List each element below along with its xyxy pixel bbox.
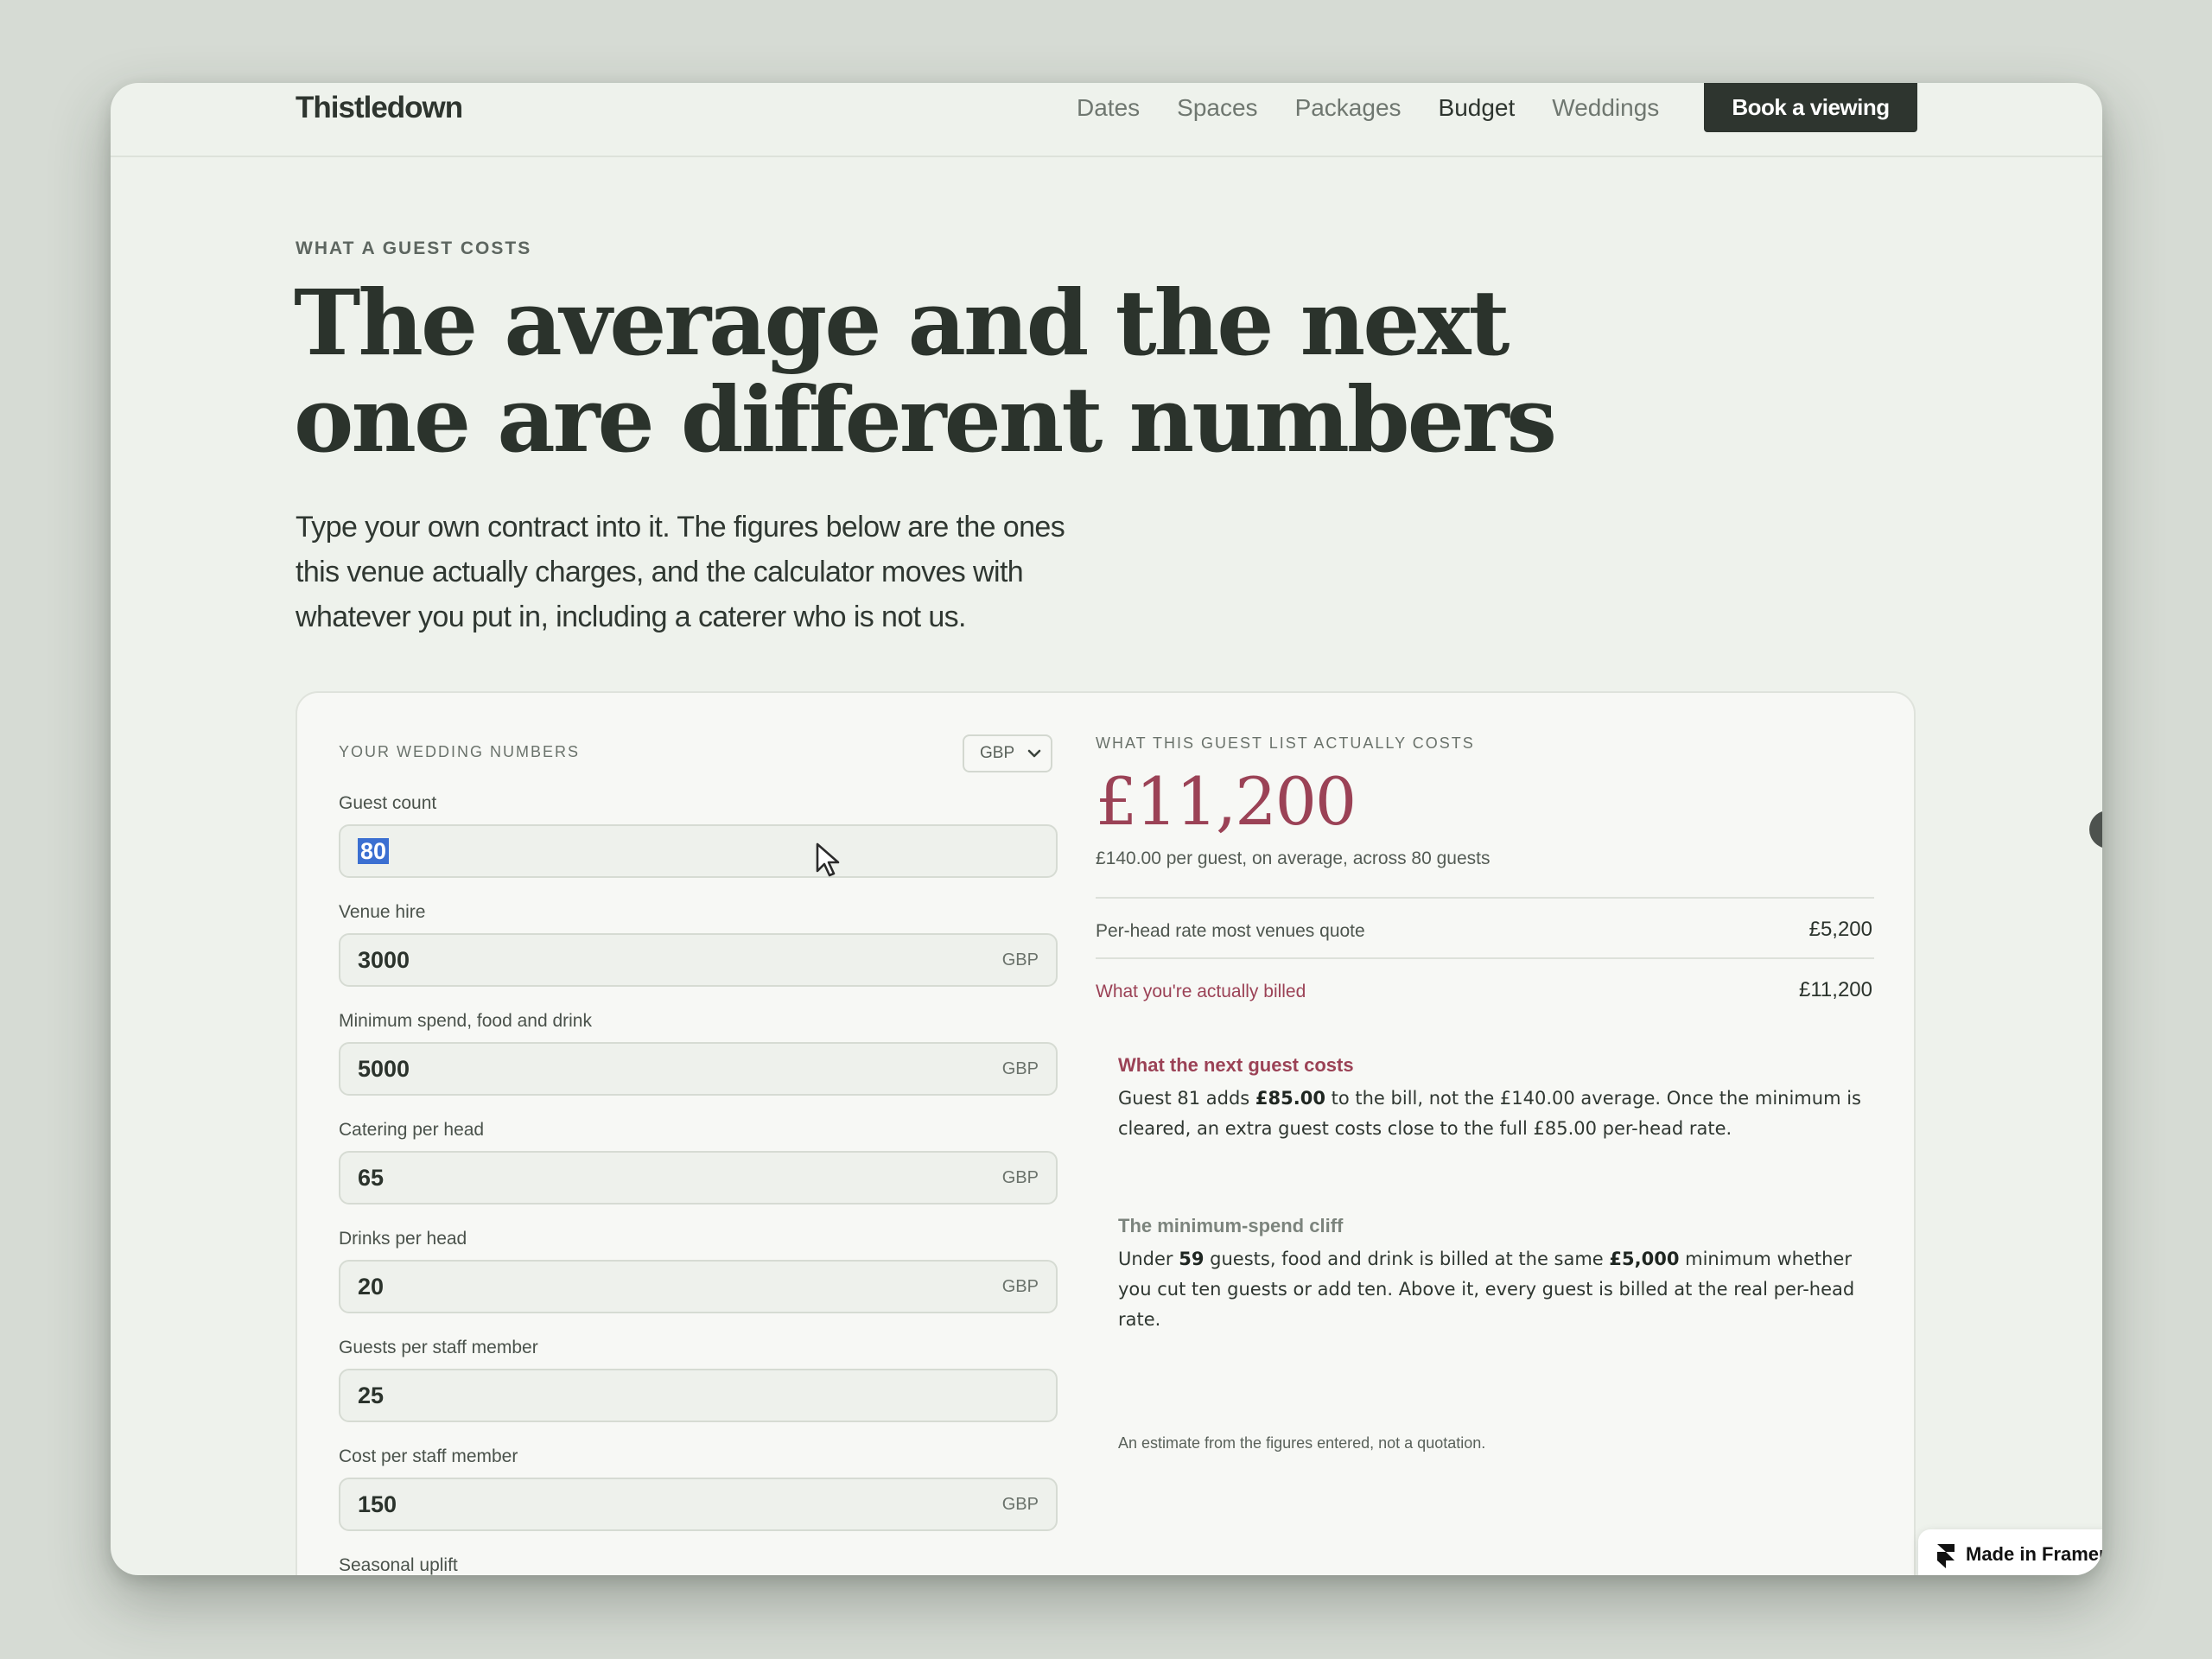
nav-link-weddings[interactable]: Weddings xyxy=(1552,86,1659,130)
minimum-spend-cliff-body: Under 59 guests, food and drink is bille… xyxy=(1118,1244,1861,1335)
venue-hire-value: 3000 xyxy=(358,947,410,973)
guest-count-input[interactable]: 80 xyxy=(339,824,1058,878)
currency-select[interactable]: GBP xyxy=(963,734,1052,772)
minimum-spend-value: 5000 xyxy=(358,1056,410,1082)
cost-per-staff-value: 150 xyxy=(358,1491,397,1517)
total-cost: £11,200 xyxy=(1096,763,1357,840)
drinks-per-head-unit: GBP xyxy=(1001,1277,1039,1296)
currency-select-value: GBP xyxy=(980,744,1015,762)
nav-link-budget[interactable]: Budget xyxy=(1439,86,1516,130)
venue-hire-input[interactable]: 3000 GBP xyxy=(339,933,1058,987)
divider xyxy=(1096,957,1874,959)
nav-link-spaces[interactable]: Spaces xyxy=(1177,86,1257,130)
cost-per-staff-input[interactable]: 150 GBP xyxy=(339,1478,1058,1531)
guests-per-staff-value: 25 xyxy=(358,1382,385,1408)
result-section-label: WHAT THIS GUEST LIST ACTUALLY COSTS xyxy=(1096,734,1475,752)
hero-lead: Type your own contract into it. The figu… xyxy=(296,511,1065,633)
cliff-minimum-amount: £5,000 xyxy=(1609,1249,1680,1269)
field-label-drinks-per-head: Drinks per head xyxy=(339,1229,467,1249)
next-guest-text: Guest 81 adds xyxy=(1118,1088,1255,1109)
cliff-text: Under xyxy=(1118,1249,1179,1269)
cliff-text: guests, food and drink is billed at the … xyxy=(1204,1249,1610,1269)
title-line-2: one are different numbers xyxy=(294,366,1557,473)
field-label-guest-count: Guest count xyxy=(339,793,437,813)
framer-badge-text: Made in Framer xyxy=(1966,1543,2102,1565)
field-label-catering-per-head: Catering per head xyxy=(339,1120,485,1140)
made-in-framer-badge[interactable]: Made in Framer xyxy=(1918,1529,2102,1575)
field-label-guests-per-staff: Guests per staff member xyxy=(339,1338,538,1357)
nav-links: Dates Spaces Packages Budget Weddings xyxy=(1077,86,1659,130)
calculator-card: YOUR WEDDING NUMBERS GBP Guest count 80 … xyxy=(296,691,1916,1575)
cliff-guest-threshold: 59 xyxy=(1179,1249,1205,1269)
form-section-label: YOUR WEDDING NUMBERS xyxy=(339,743,581,760)
framer-logo-icon xyxy=(1937,1544,1955,1568)
nav-link-dates[interactable]: Dates xyxy=(1077,86,1140,130)
minimum-spend-unit: GBP xyxy=(1001,1059,1039,1078)
venue-hire-unit: GBP xyxy=(1001,950,1039,969)
guests-per-staff-input[interactable]: 25 xyxy=(339,1369,1058,1422)
book-viewing-button[interactable]: Book a viewing xyxy=(1704,83,1917,132)
browser-window: Thistledown Dates Spaces Packages Budget… xyxy=(111,83,2102,1575)
drinks-per-head-value: 20 xyxy=(358,1274,385,1300)
row-label-actually-billed: What you're actually billed xyxy=(1096,982,1306,1001)
guest-count-value: 80 xyxy=(358,838,390,864)
field-label-venue-hire: Venue hire xyxy=(339,902,426,922)
drinks-per-head-input[interactable]: 20 GBP xyxy=(339,1260,1058,1313)
hero-eyebrow: WHAT A GUEST COSTS xyxy=(296,238,532,258)
mouse-cursor-icon xyxy=(816,842,840,877)
chevron-down-icon xyxy=(1027,749,1041,758)
row-label-per-head-quote: Per-head rate most venues quote xyxy=(1096,921,1365,941)
field-label-minimum-spend: Minimum spend, food and drink xyxy=(339,1011,592,1031)
field-label-seasonal-uplift: Seasonal uplift xyxy=(339,1555,458,1575)
field-label-cost-per-staff: Cost per staff member xyxy=(339,1446,518,1466)
per-guest-average: £140.00 per guest, on average, across 80… xyxy=(1096,849,1491,868)
row-value-actually-billed: £11,200 xyxy=(1799,978,1872,1001)
catering-per-head-input[interactable]: 65 GBP xyxy=(339,1151,1058,1205)
divider xyxy=(1096,897,1874,899)
nav-link-packages[interactable]: Packages xyxy=(1295,86,1402,130)
minimum-spend-cliff-title: The minimum-spend cliff xyxy=(1118,1215,1344,1236)
catering-per-head-unit: GBP xyxy=(1001,1168,1039,1187)
top-nav: Thistledown Dates Spaces Packages Budget… xyxy=(111,83,2102,157)
title-line-1: The average and the next xyxy=(294,270,1510,376)
brand-logo[interactable]: Thistledown xyxy=(296,86,463,130)
next-guest-body: Guest 81 adds £85.00 to the bill, not th… xyxy=(1118,1084,1861,1144)
catering-per-head-value: 65 xyxy=(358,1165,385,1191)
cost-per-staff-unit: GBP xyxy=(1001,1495,1039,1514)
side-scroll-handle[interactable] xyxy=(2089,810,2102,849)
next-guest-title: What the next guest costs xyxy=(1118,1054,1354,1076)
minimum-spend-input[interactable]: 5000 GBP xyxy=(339,1042,1058,1096)
page-title: The average and the next one are differe… xyxy=(294,275,1633,468)
next-guest-amount: £85.00 xyxy=(1255,1088,1325,1109)
row-value-per-head-quote: £5,200 xyxy=(1808,918,1872,941)
estimate-disclaimer: An estimate from the figures entered, no… xyxy=(1118,1434,1486,1452)
